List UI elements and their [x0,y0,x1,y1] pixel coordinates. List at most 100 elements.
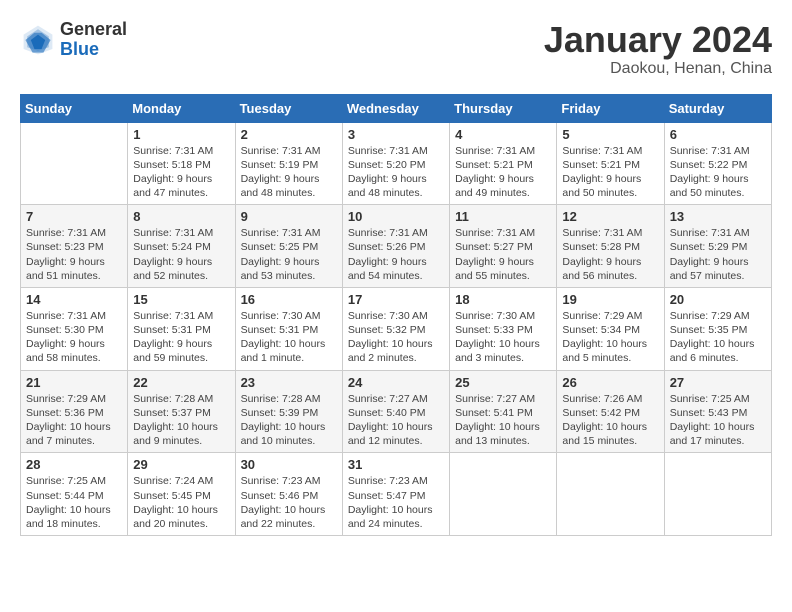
day-info: Sunrise: 7:29 AMSunset: 5:36 PMDaylight:… [26,392,122,449]
day-number: 1 [133,127,229,142]
calendar-cell: 25 Sunrise: 7:27 AMSunset: 5:41 PMDayligh… [450,370,557,453]
calendar-cell: 11Sunrise: 7:31 AMSunset: 5:27 PMDayligh… [450,205,557,288]
calendar-cell [557,453,664,536]
calendar-cell: 7Sunrise: 7:31 AMSunset: 5:23 PMDaylight… [21,205,128,288]
day-number: 29 [133,457,229,472]
calendar-cell: 19 Sunrise: 7:29 AMSunset: 5:34 PMDayligh… [557,287,664,370]
day-info: Sunrise: 7:31 AMSunset: 5:31 PMDaylight:… [133,309,229,366]
calendar-table: SundayMondayTuesdayWednesdayThursdayFrid… [20,94,772,536]
calendar-cell: 27 Sunrise: 7:25 AMSunset: 5:43 PMDayligh… [664,370,771,453]
day-info: Sunrise: 7:23 AMSunset: 5:46 PMDaylight:… [241,474,337,531]
calendar-cell: 9Sunrise: 7:31 AMSunset: 5:25 PMDaylight… [235,205,342,288]
calendar-cell: 1 Sunrise: 7:31 AMSunset: 5:18 PMDaylight… [128,122,235,205]
day-number: 2 [241,127,337,142]
day-number: 5 [562,127,658,142]
calendar-cell: 30 Sunrise: 7:23 AMSunset: 5:46 PMDayligh… [235,453,342,536]
day-number: 3 [348,127,444,142]
day-info: Sunrise: 7:28 AMSunset: 5:37 PMDaylight:… [133,392,229,449]
day-number: 20 [670,292,766,307]
day-info: Sunrise: 7:24 AMSunset: 5:45 PMDaylight:… [133,474,229,531]
day-info: Sunrise: 7:31 AMSunset: 5:28 PMDaylight:… [562,226,658,283]
calendar-cell: 14Sunrise: 7:31 AMSunset: 5:30 PMDayligh… [21,287,128,370]
day-info: Sunrise: 7:23 AMSunset: 5:47 PMDaylight:… [348,474,444,531]
calendar-cell [450,453,557,536]
day-info: Sunrise: 7:31 AMSunset: 5:30 PMDaylight:… [26,309,122,366]
weekday-header: Thursday [450,94,557,122]
day-number: 4 [455,127,551,142]
day-info: Sunrise: 7:25 AMSunset: 5:43 PMDaylight:… [670,392,766,449]
calendar-week-row: 1 Sunrise: 7:31 AMSunset: 5:18 PMDaylight… [21,122,772,205]
weekday-header: Friday [557,94,664,122]
weekday-header: Wednesday [342,94,449,122]
day-info: Sunrise: 7:28 AMSunset: 5:39 PMDaylight:… [241,392,337,449]
day-number: 18 [455,292,551,307]
calendar-cell: 24Sunrise: 7:27 AMSunset: 5:40 PMDayligh… [342,370,449,453]
day-info: Sunrise: 7:31 AMSunset: 5:26 PMDaylight:… [348,226,444,283]
calendar-cell: 10 Sunrise: 7:31 AMSunset: 5:26 PMDayligh… [342,205,449,288]
calendar-week-row: 21Sunrise: 7:29 AMSunset: 5:36 PMDayligh… [21,370,772,453]
day-number: 23 [241,375,337,390]
day-number: 10 [348,209,444,224]
month-title: January 2024 [544,20,772,60]
day-number: 9 [241,209,337,224]
calendar-cell: 2 Sunrise: 7:31 AMSunset: 5:19 PMDaylight… [235,122,342,205]
day-number: 31 [348,457,444,472]
weekday-header: Sunday [21,94,128,122]
calendar-week-row: 14Sunrise: 7:31 AMSunset: 5:30 PMDayligh… [21,287,772,370]
calendar-cell: 13 Sunrise: 7:31 AMSunset: 5:29 PMDayligh… [664,205,771,288]
day-info: Sunrise: 7:27 AMSunset: 5:41 PMDaylight:… [455,392,551,449]
day-number: 22 [133,375,229,390]
day-number: 30 [241,457,337,472]
calendar-cell: 16Sunrise: 7:30 AMSunset: 5:31 PMDayligh… [235,287,342,370]
weekday-header: Saturday [664,94,771,122]
calendar-cell [21,122,128,205]
logo-general: General [60,20,127,40]
day-number: 26 [562,375,658,390]
day-info: Sunrise: 7:30 AMSunset: 5:33 PMDaylight:… [455,309,551,366]
day-number: 12 [562,209,658,224]
day-info: Sunrise: 7:29 AMSunset: 5:35 PMDaylight:… [670,309,766,366]
day-number: 6 [670,127,766,142]
day-number: 16 [241,292,337,307]
weekday-header: Tuesday [235,94,342,122]
day-info: Sunrise: 7:25 AMSunset: 5:44 PMDaylight:… [26,474,122,531]
day-info: Sunrise: 7:29 AMSunset: 5:34 PMDaylight:… [562,309,658,366]
day-number: 8 [133,209,229,224]
calendar-cell: 31 Sunrise: 7:23 AMSunset: 5:47 PMDayligh… [342,453,449,536]
calendar-cell: 18 Sunrise: 7:30 AMSunset: 5:33 PMDayligh… [450,287,557,370]
day-info: Sunrise: 7:31 AMSunset: 5:19 PMDaylight:… [241,144,337,201]
day-info: Sunrise: 7:31 AMSunset: 5:24 PMDaylight:… [133,226,229,283]
title-block: January 2024 Daokou, Henan, China [544,20,772,78]
calendar-cell: 3 Sunrise: 7:31 AMSunset: 5:20 PMDaylight… [342,122,449,205]
calendar-cell: 29 Sunrise: 7:24 AMSunset: 5:45 PMDayligh… [128,453,235,536]
day-info: Sunrise: 7:31 AMSunset: 5:20 PMDaylight:… [348,144,444,201]
day-number: 28 [26,457,122,472]
calendar-cell: 22 Sunrise: 7:28 AMSunset: 5:37 PMDayligh… [128,370,235,453]
day-info: Sunrise: 7:30 AMSunset: 5:32 PMDaylight:… [348,309,444,366]
day-number: 19 [562,292,658,307]
calendar-cell: 15Sunrise: 7:31 AMSunset: 5:31 PMDayligh… [128,287,235,370]
logo: General Blue [20,20,127,60]
calendar-cell [664,453,771,536]
weekday-header: Monday [128,94,235,122]
day-number: 24 [348,375,444,390]
day-number: 17 [348,292,444,307]
day-info: Sunrise: 7:31 AMSunset: 5:29 PMDaylight:… [670,226,766,283]
day-info: Sunrise: 7:31 AMSunset: 5:22 PMDaylight:… [670,144,766,201]
logo-icon [20,22,56,58]
calendar-cell: 17 Sunrise: 7:30 AMSunset: 5:32 PMDayligh… [342,287,449,370]
calendar-cell: 28 Sunrise: 7:25 AMSunset: 5:44 PMDayligh… [21,453,128,536]
calendar-cell: 6 Sunrise: 7:31 AMSunset: 5:22 PMDaylight… [664,122,771,205]
day-info: Sunrise: 7:31 AMSunset: 5:21 PMDaylight:… [562,144,658,201]
calendar-week-row: 28 Sunrise: 7:25 AMSunset: 5:44 PMDayligh… [21,453,772,536]
logo-blue: Blue [60,40,127,60]
day-number: 25 [455,375,551,390]
calendar-header-row: SundayMondayTuesdayWednesdayThursdayFrid… [21,94,772,122]
day-number: 13 [670,209,766,224]
calendar-cell: 21Sunrise: 7:29 AMSunset: 5:36 PMDayligh… [21,370,128,453]
calendar-cell: 12 Sunrise: 7:31 AMSunset: 5:28 PMDayligh… [557,205,664,288]
day-number: 27 [670,375,766,390]
day-number: 11 [455,209,551,224]
day-info: Sunrise: 7:31 AMSunset: 5:18 PMDaylight:… [133,144,229,201]
calendar-cell: 23 Sunrise: 7:28 AMSunset: 5:39 PMDayligh… [235,370,342,453]
